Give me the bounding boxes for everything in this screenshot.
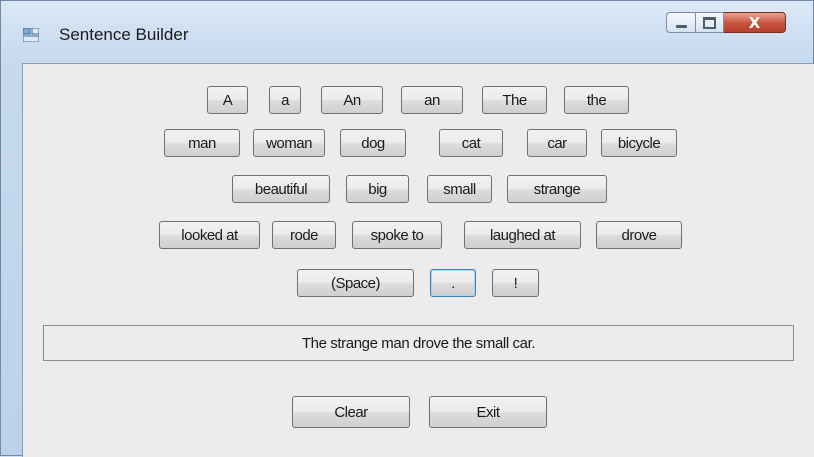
form-client-area	[22, 63, 814, 457]
word-button-A[interactable]: A	[207, 86, 248, 114]
word-button-drove[interactable]: drove	[596, 221, 682, 249]
minimize-button[interactable]	[666, 12, 696, 33]
title-bar[interactable]: Sentence Builder X	[1, 1, 813, 63]
word-button-big[interactable]: big	[346, 175, 409, 203]
word-button-man[interactable]: man	[164, 129, 240, 157]
word-button-rode[interactable]: rode	[272, 221, 336, 249]
minimize-icon	[675, 24, 687, 28]
word-button-the[interactable]: the	[564, 86, 629, 114]
sentence-output-text: The strange man drove the small car.	[301, 334, 536, 352]
period-button[interactable]: .	[430, 269, 476, 297]
close-button[interactable]: X	[724, 12, 786, 33]
word-button-a[interactable]: a	[269, 86, 301, 114]
app-window-icon	[23, 28, 39, 42]
word-button-beautiful[interactable]: beautiful	[232, 175, 330, 203]
exit-button[interactable]: Exit	[429, 396, 547, 428]
space-button[interactable]: (Space)	[297, 269, 414, 297]
exclamation-button[interactable]: !	[492, 269, 539, 297]
word-button-car[interactable]: car	[527, 129, 587, 157]
word-button-cat[interactable]: cat	[439, 129, 503, 157]
word-button-The[interactable]: The	[482, 86, 547, 114]
app-window: Sentence Builder X A a An an The the man…	[0, 0, 814, 457]
word-button-spoke-to[interactable]: spoke to	[352, 221, 442, 249]
word-button-small[interactable]: small	[427, 175, 492, 203]
word-button-An[interactable]: An	[321, 86, 383, 114]
word-button-looked-at[interactable]: looked at	[159, 221, 260, 249]
word-button-an[interactable]: an	[401, 86, 463, 114]
maximize-icon	[703, 16, 716, 29]
word-button-strange[interactable]: strange	[507, 175, 607, 203]
close-icon: X	[748, 13, 761, 32]
word-button-bicycle[interactable]: bicycle	[601, 129, 677, 157]
sentence-output: The strange man drove the small car.	[43, 325, 794, 361]
window-title: Sentence Builder	[59, 25, 189, 44]
word-button-laughed-at[interactable]: laughed at	[464, 221, 581, 249]
word-button-woman[interactable]: woman	[253, 129, 325, 157]
maximize-button[interactable]	[696, 12, 724, 33]
clear-button[interactable]: Clear	[292, 396, 410, 428]
word-button-dog[interactable]: dog	[340, 129, 406, 157]
